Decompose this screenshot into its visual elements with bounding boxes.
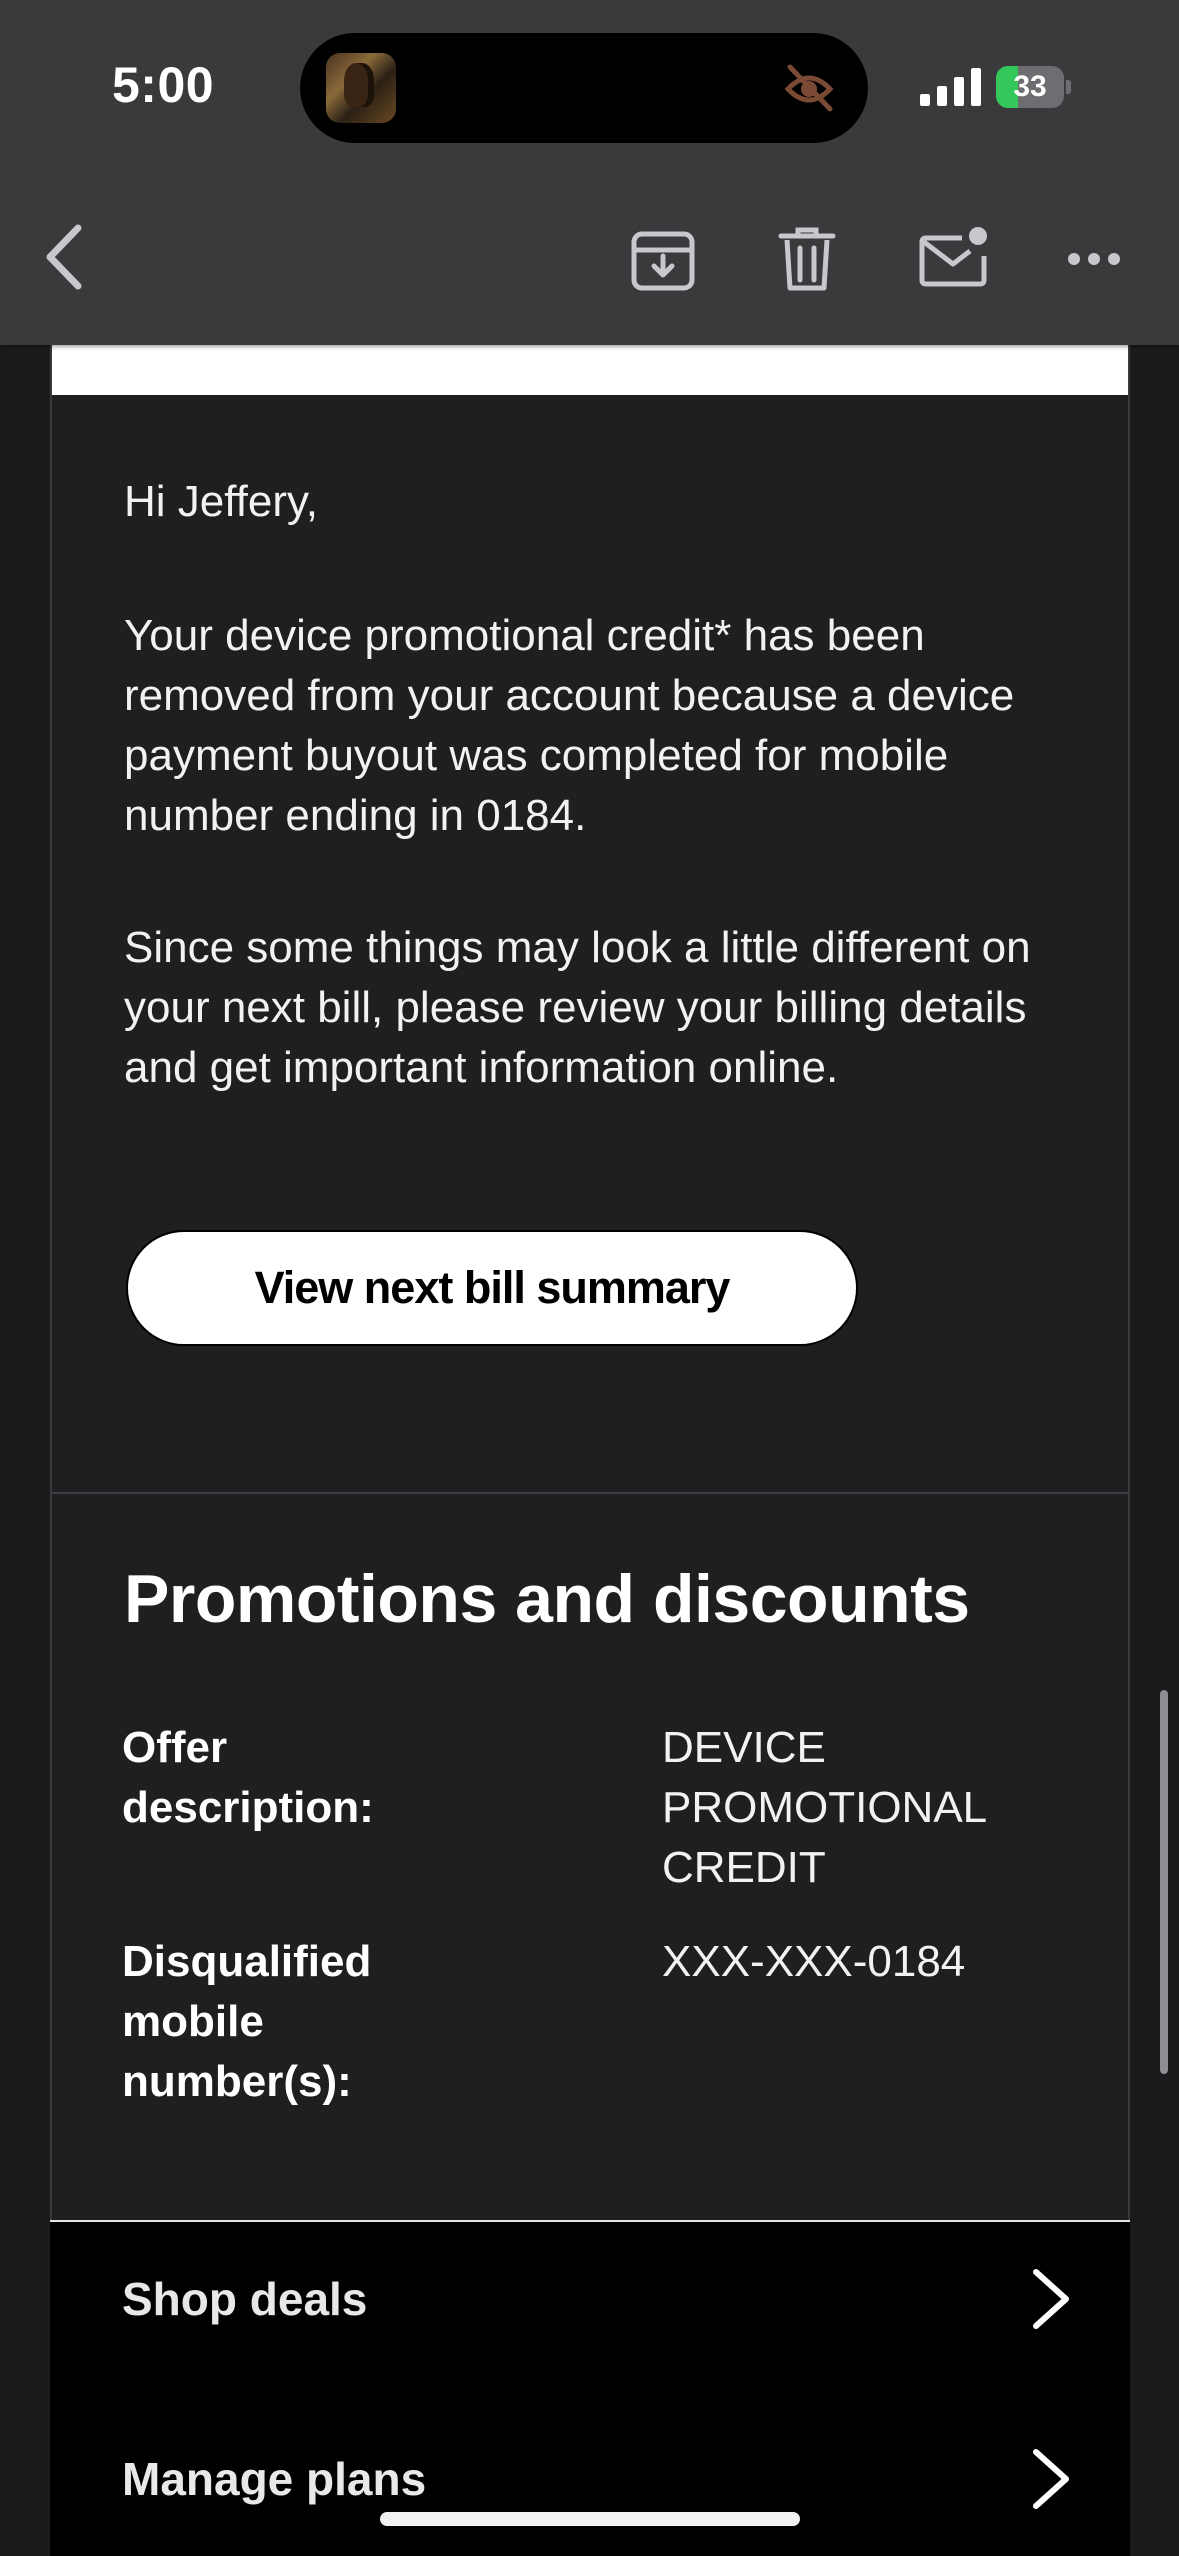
manage-plans-link[interactable]: Manage plans — [50, 2402, 1130, 2552]
now-playing-artwork — [326, 53, 396, 123]
home-indicator[interactable] — [380, 2512, 800, 2526]
chevron-right-icon — [1033, 2269, 1069, 2329]
trash-icon[interactable] — [778, 226, 836, 292]
scrollbar[interactable] — [1160, 1690, 1168, 2074]
battery-icon: 33 — [996, 66, 1072, 108]
view-next-bill-summary-button[interactable]: View next bill summary — [126, 1230, 858, 1346]
email-greeting: Hi Jeffery, — [124, 477, 318, 526]
email-paragraph-2: Since some things may look a little diff… — [124, 923, 1031, 1092]
disqualified-number-label: Disqualified mobile number(s): — [122, 1937, 372, 2106]
top-toolbar: 5:00 33 — [0, 0, 1179, 345]
email-header-strip — [52, 345, 1128, 395]
email-footer-nav: Shop deals Manage plans — [50, 2220, 1130, 2556]
more-icon[interactable] — [1066, 248, 1122, 270]
promotions-heading: Promotions and discounts — [124, 1561, 970, 1637]
archive-icon[interactable] — [630, 228, 696, 292]
battery-percent: 33 — [1013, 70, 1047, 103]
disqualified-number-value: XXX-XXX-0184 — [662, 1937, 966, 1986]
status-time: 5:00 — [112, 57, 215, 113]
chevron-right-icon — [1033, 2449, 1069, 2509]
dynamic-island[interactable] — [300, 33, 868, 143]
offer-description-label: Offer description: — [122, 1723, 374, 1832]
section-divider — [52, 1492, 1128, 1494]
mail-unread-icon[interactable] — [918, 226, 988, 288]
back-chevron-icon[interactable] — [40, 222, 90, 292]
offer-description-value: DEVICE PROMOTIONAL CREDIT — [662, 1723, 986, 1892]
shop-deals-label: Shop deals — [122, 2273, 368, 2325]
mute-icon — [784, 64, 834, 112]
manage-plans-label: Manage plans — [122, 2453, 427, 2505]
email-paragraph-1: Your device promotional credit* has been… — [124, 611, 1015, 840]
signal-icon — [920, 68, 981, 106]
shop-deals-link[interactable]: Shop deals — [50, 2222, 1130, 2372]
